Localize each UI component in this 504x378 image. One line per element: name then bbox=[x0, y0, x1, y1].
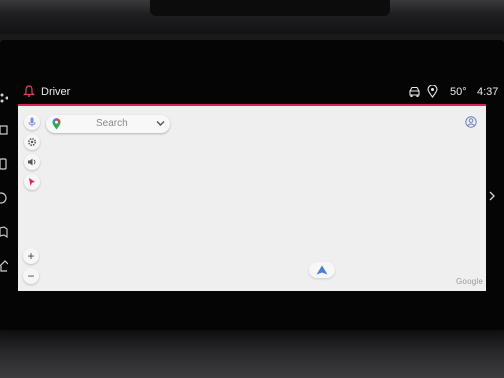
search-placeholder[interactable]: Search bbox=[96, 118, 128, 129]
media-icon[interactable] bbox=[0, 192, 8, 204]
chevron-down-icon[interactable] bbox=[156, 120, 165, 127]
chevron-right-icon[interactable] bbox=[489, 191, 495, 201]
navigation-arrow-icon bbox=[316, 265, 328, 275]
current-location-button[interactable] bbox=[309, 262, 335, 278]
zoom-in-button[interactable]: + bbox=[23, 248, 39, 264]
sound-button[interactable] bbox=[24, 154, 40, 170]
map-view[interactable]: Search + − Google bbox=[18, 104, 486, 291]
map-rail-icon[interactable] bbox=[0, 226, 8, 238]
speaker-icon bbox=[28, 158, 36, 166]
voice-button[interactable] bbox=[24, 114, 40, 130]
app-launcher-icon[interactable] bbox=[0, 92, 8, 104]
dashboard-trim-top bbox=[0, 0, 504, 34]
home-icon[interactable] bbox=[0, 260, 8, 272]
account-icon[interactable] bbox=[465, 116, 477, 128]
phone-icon[interactable] bbox=[0, 158, 8, 170]
outside-temperature: 50° bbox=[450, 86, 467, 98]
left-app-rail bbox=[0, 88, 14, 288]
location-pin-icon bbox=[427, 85, 438, 98]
status-bar: Driver 50° 4:37 bbox=[0, 80, 504, 104]
driver-profile-label[interactable]: Driver bbox=[41, 86, 70, 98]
settings-button[interactable] bbox=[24, 134, 40, 150]
gear-icon bbox=[28, 138, 36, 146]
report-button[interactable] bbox=[24, 174, 40, 190]
microphone-icon bbox=[28, 117, 36, 127]
car-icon bbox=[409, 86, 420, 97]
vehicle-icon[interactable] bbox=[0, 124, 8, 136]
clock: 4:37 bbox=[477, 86, 499, 98]
google-attribution: Google bbox=[456, 277, 483, 286]
zoom-out-button[interactable]: − bbox=[23, 268, 39, 284]
search-bar[interactable]: Search bbox=[46, 115, 170, 133]
google-maps-pin-icon bbox=[52, 118, 61, 130]
notification-bell-icon[interactable] bbox=[23, 85, 35, 97]
cursor-report-icon bbox=[29, 178, 35, 186]
air-vent bbox=[150, 0, 390, 16]
dashboard-trim-bottom bbox=[0, 330, 504, 378]
